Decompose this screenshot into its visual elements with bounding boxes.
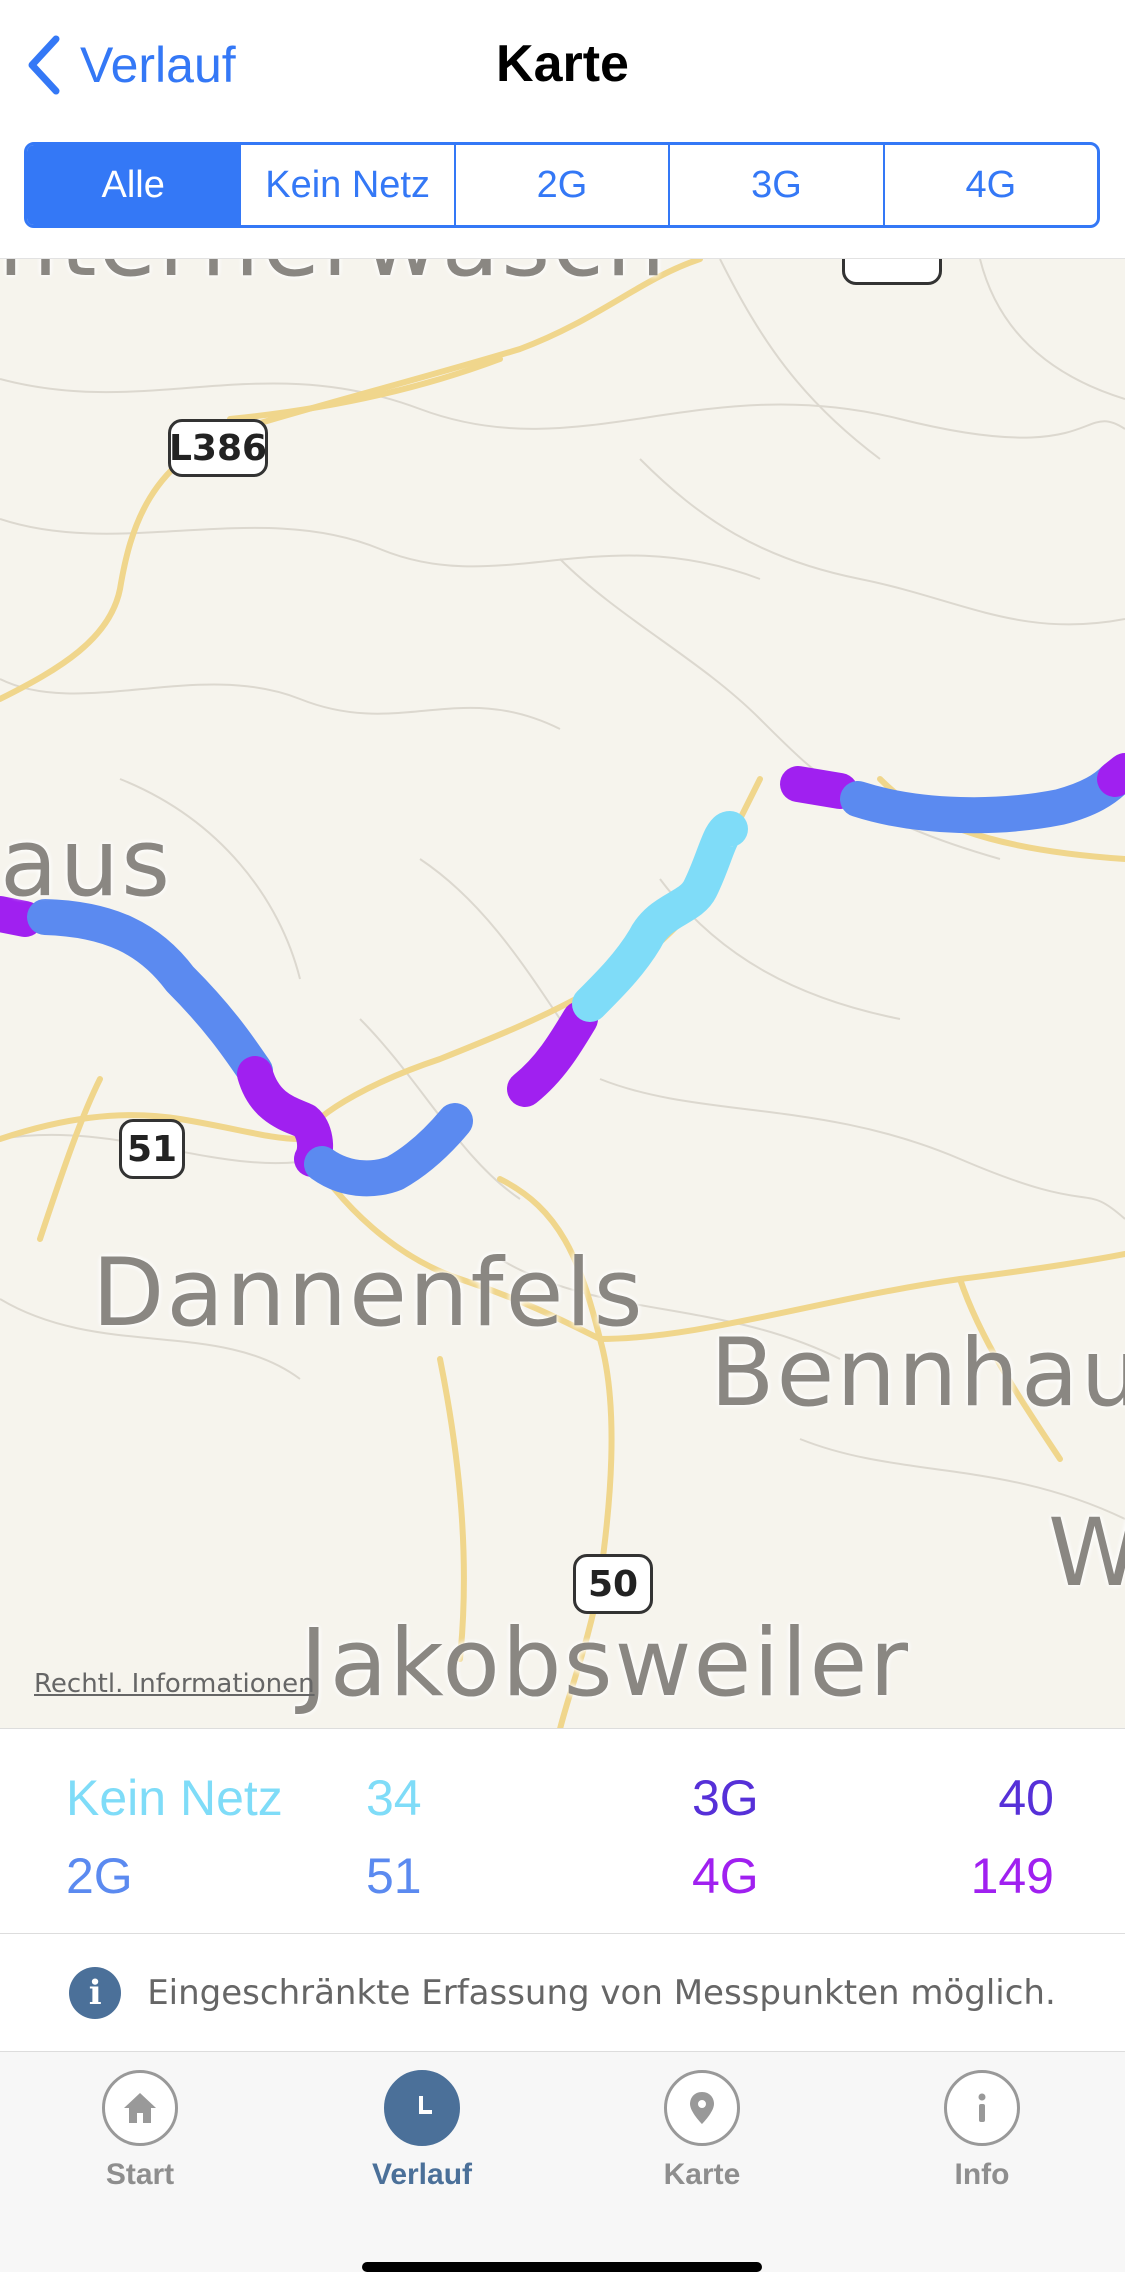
tab-start[interactable]: Start (40, 2070, 240, 2192)
tab-verlauf[interactable]: Verlauf (322, 2070, 522, 2192)
stat-label-2g: 2G (66, 1848, 133, 1904)
stat-label-kein-netz: Kein Netz (66, 1770, 283, 1826)
info-banner: i Eingeschränkte Erfassung von Messpunkt… (0, 1934, 1125, 2052)
stat-label-3g: 3G (692, 1770, 759, 1826)
road-shield: 51 (119, 1119, 185, 1179)
place-label: Bennhau (710, 1319, 1125, 1428)
road-shield: 50 (573, 1554, 653, 1614)
segment-kein-netz[interactable]: Kein Netz (241, 145, 456, 225)
road-shield: L386 (168, 419, 268, 477)
road-shield-partial (842, 259, 942, 285)
home-icon (102, 2070, 178, 2146)
place-label: interflerwasch (0, 259, 667, 298)
clock-icon (384, 2070, 460, 2146)
page-title: Karte (496, 35, 629, 93)
place-label: W (1048, 1499, 1125, 1608)
network-stats-panel: Kein Netz 34 3G 40 2G 51 4G 149 (0, 1728, 1125, 1934)
info-icon: i (69, 1966, 122, 2019)
tab-label: Start (105, 2158, 175, 2191)
stat-value-3g: 40 (998, 1770, 1054, 1826)
navigation-bar: Verlauf Karte (0, 0, 1125, 130)
place-label: aus (0, 809, 173, 918)
stat-value-4g: 149 (970, 1848, 1054, 1904)
map-view[interactable]: interflerwasch aus Dannenfels Bennhau Ja… (0, 258, 1125, 1728)
tab-label: Info (954, 2158, 1010, 2191)
stat-label-4g: 4G (692, 1848, 759, 1904)
network-filter-segmented-control: Alle Kein Netz 2G 3G 4G (24, 142, 1100, 228)
segment-4g[interactable]: 4G (885, 145, 1097, 225)
stat-value-kein-netz: 34 (366, 1770, 422, 1826)
info-icon (944, 2070, 1020, 2146)
stat-value-2g: 51 (366, 1848, 422, 1904)
map-canvas (0, 259, 1125, 1728)
segment-alle[interactable]: Alle (27, 145, 242, 225)
tab-label: Verlauf (371, 2158, 473, 2191)
tab-label: Karte (663, 2158, 741, 2191)
place-label: Dannenfels (92, 1239, 645, 1348)
legal-info-link[interactable]: Rechtl. Informationen (34, 1669, 315, 1699)
segment-2g[interactable]: 2G (456, 145, 671, 225)
segment-3g[interactable]: 3G (670, 145, 885, 225)
tab-karte[interactable]: Karte (602, 2070, 802, 2192)
map-pin-icon (664, 2070, 740, 2146)
tab-bar: Start Verlauf Karte Info (0, 2052, 1125, 2272)
info-text: Eingeschränkte Erfassung von Messpunkten… (147, 1972, 1056, 2013)
place-label: Jakobsweiler (300, 1609, 910, 1718)
home-indicator (362, 2262, 762, 2272)
tab-info[interactable]: Info (882, 2070, 1082, 2192)
